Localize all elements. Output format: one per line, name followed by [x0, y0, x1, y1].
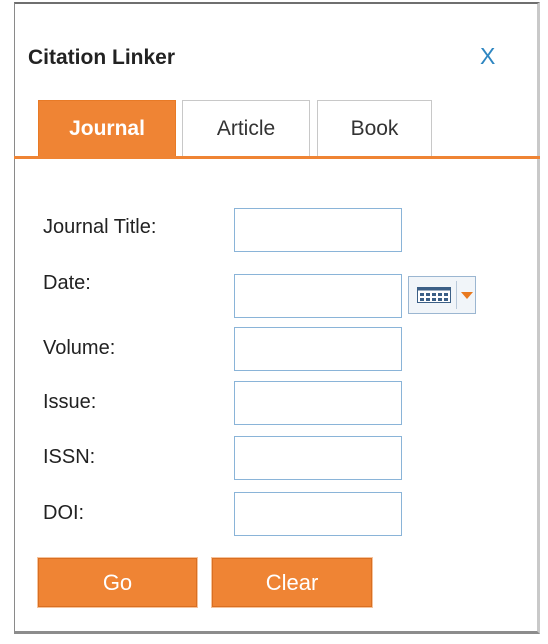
issn-input[interactable] [234, 436, 402, 480]
date-picker-divider [456, 281, 457, 309]
journal-title-input[interactable] [234, 208, 402, 252]
issue-label: Issue: [43, 391, 97, 413]
date-label: Date: [43, 272, 91, 294]
tab-journal[interactable]: Journal [38, 100, 176, 156]
issue-input[interactable] [234, 381, 402, 425]
date-picker-button[interactable] [408, 276, 476, 314]
tab-article[interactable]: Article [182, 100, 310, 156]
close-icon[interactable]: X [480, 45, 495, 68]
journal-title-label: Journal Title: [43, 216, 157, 238]
issn-label: ISSN: [43, 446, 96, 468]
dialog-title: Citation Linker [28, 46, 176, 69]
go-button[interactable]: Go [38, 558, 197, 607]
doi-label: DOI: [43, 502, 85, 524]
calendar-icon [417, 287, 451, 303]
volume-input[interactable] [234, 327, 402, 371]
citation-linker-dialog [14, 2, 540, 634]
tab-underline [14, 156, 540, 159]
tab-book[interactable]: Book [317, 100, 432, 156]
clear-button[interactable]: Clear [212, 558, 372, 607]
chevron-down-icon [461, 292, 473, 299]
volume-label: Volume: [43, 337, 116, 359]
doi-input[interactable] [234, 492, 402, 536]
date-input[interactable] [234, 274, 402, 318]
